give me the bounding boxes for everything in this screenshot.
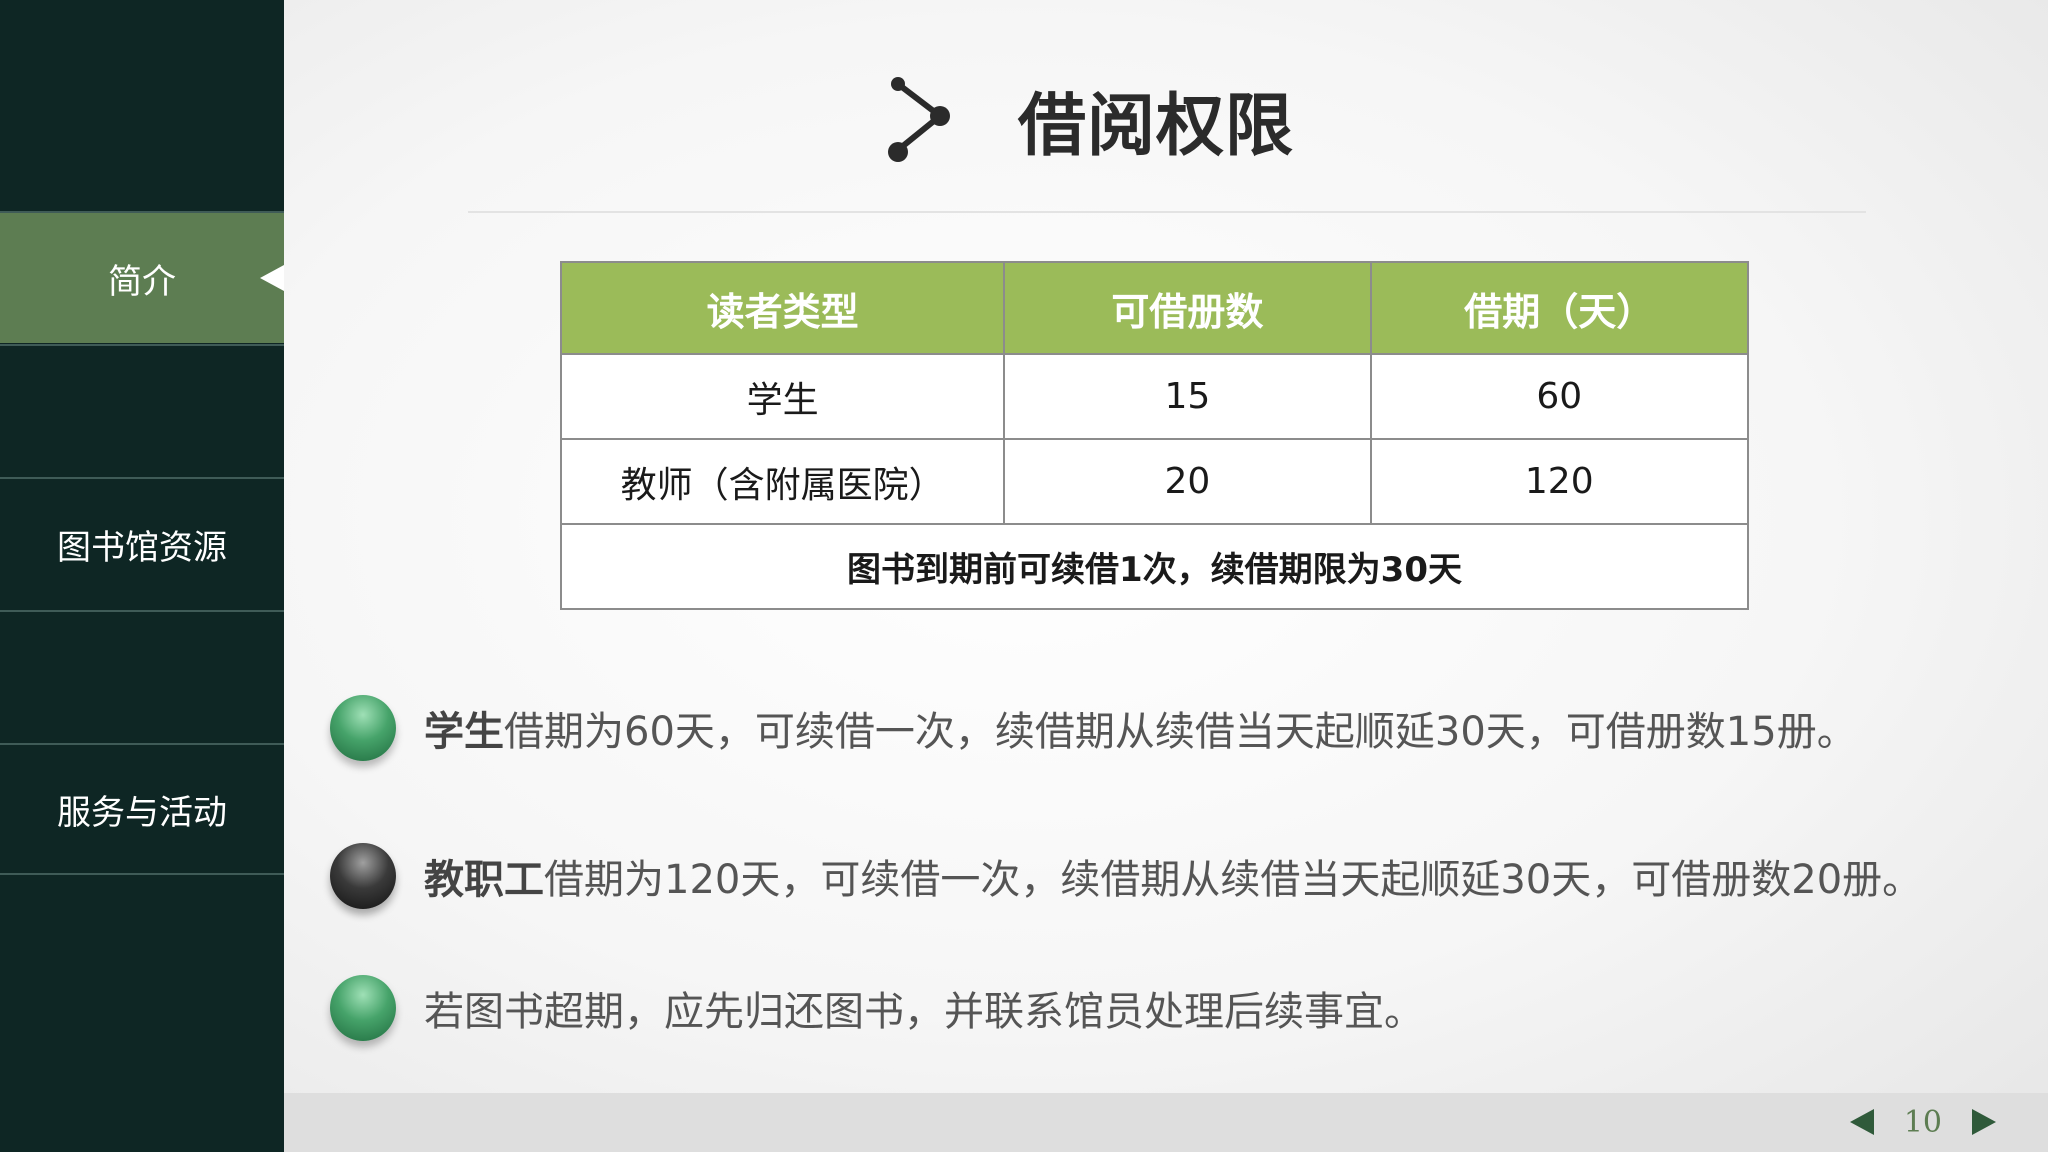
bullet-text: 学生借期为60天，可续借一次，续借期从续借当天起顺延30天，可借册数15册。: [424, 699, 1857, 757]
column-header-loan-period: 借期（天）: [1369, 261, 1750, 355]
bullet-body: 若图书超期，应先归还图书，并联系馆员处理后续事宜。: [424, 989, 1424, 1035]
active-pointer-icon: [260, 265, 284, 291]
sidebar-item-empty-2[interactable]: [0, 610, 284, 742]
sidebar-item-intro[interactable]: 简介: [0, 211, 284, 343]
bullet-bold-label: 学生: [424, 709, 504, 755]
sidebar-item-label: 图书馆资源: [57, 527, 227, 568]
bullet-text: 教职工借期为120天，可续借一次，续借期从续借当天起顺延30天，可借册数20册。: [424, 847, 1922, 905]
bullet-staff: 教职工借期为120天，可续借一次，续借期从续借当天起顺延30天，可借册数20册。: [330, 843, 1922, 909]
table-row: 学生 15 60: [559, 353, 1750, 440]
sidebar-item-label: 服务与活动: [57, 792, 227, 833]
bullet-text: 若图书超期，应先归还图书，并联系馆员处理后续事宜。: [424, 979, 1424, 1037]
table-cell: 20: [1003, 438, 1372, 525]
borrowing-rules-table: 读者类型 可借册数 借期（天） 学生 15 60 教师（含附属医院） 20 12…: [559, 261, 1750, 610]
title-area: 借阅权限: [884, 66, 1294, 172]
column-header-reader-type: 读者类型: [559, 261, 1006, 355]
bullet-overdue: 若图书超期，应先归还图书，并联系馆员处理后续事宜。: [330, 975, 1424, 1041]
bullet-bold-label: 教职工: [424, 857, 544, 903]
bottom-bar: [284, 1093, 2048, 1152]
dark-ball-icon: [330, 843, 396, 909]
table-cell: 教师（含附属医院）: [559, 438, 1006, 525]
table-cell: 学生: [559, 353, 1006, 440]
page-title: 借阅权限: [1018, 86, 1295, 166]
sidebar-item-services[interactable]: 服务与活动: [0, 743, 284, 875]
table-note-row: 图书到期前可续借1次，续借期限为30天: [560, 523, 1749, 610]
bullet-body: 借期为60天，可续借一次，续借期从续借当天起顺延30天，可借册数15册。: [504, 709, 1857, 755]
table-row: 教师（含附属医院） 20 120: [559, 438, 1750, 525]
column-header-book-count: 可借册数: [1003, 261, 1372, 355]
table-cell: 120: [1369, 438, 1750, 525]
bullet-body: 借期为120天，可续借一次，续借期从续借当天起顺延30天，可借册数20册。: [544, 857, 1923, 903]
sidebar-item-library-resources[interactable]: 图书馆资源: [0, 477, 284, 609]
sidebar-item-empty-1[interactable]: [0, 344, 284, 476]
sidebar: 简介 图书馆资源 服务与活动: [0, 0, 284, 1152]
pager: 10: [1849, 1100, 1996, 1144]
renewal-note: 图书到期前可续借1次，续借期限为30天: [560, 523, 1749, 610]
table-cell: 60: [1369, 353, 1750, 440]
table-header-row: 读者类型 可借册数 借期（天）: [559, 261, 1750, 355]
share-node-icon: [888, 77, 950, 162]
bullet-student: 学生借期为60天，可续借一次，续借期从续借当天起顺延30天，可借册数15册。: [330, 695, 1857, 761]
triangle-right-icon[interactable]: [1972, 1109, 1996, 1135]
table-cell: 15: [1003, 353, 1372, 440]
green-ball-icon: [330, 975, 396, 1041]
triangle-left-icon[interactable]: [1849, 1109, 1874, 1135]
page-number: 10: [1903, 1104, 1942, 1140]
sidebar-item-label: 简介: [108, 261, 176, 302]
green-ball-icon: [330, 695, 396, 761]
title-divider: [468, 211, 1866, 213]
